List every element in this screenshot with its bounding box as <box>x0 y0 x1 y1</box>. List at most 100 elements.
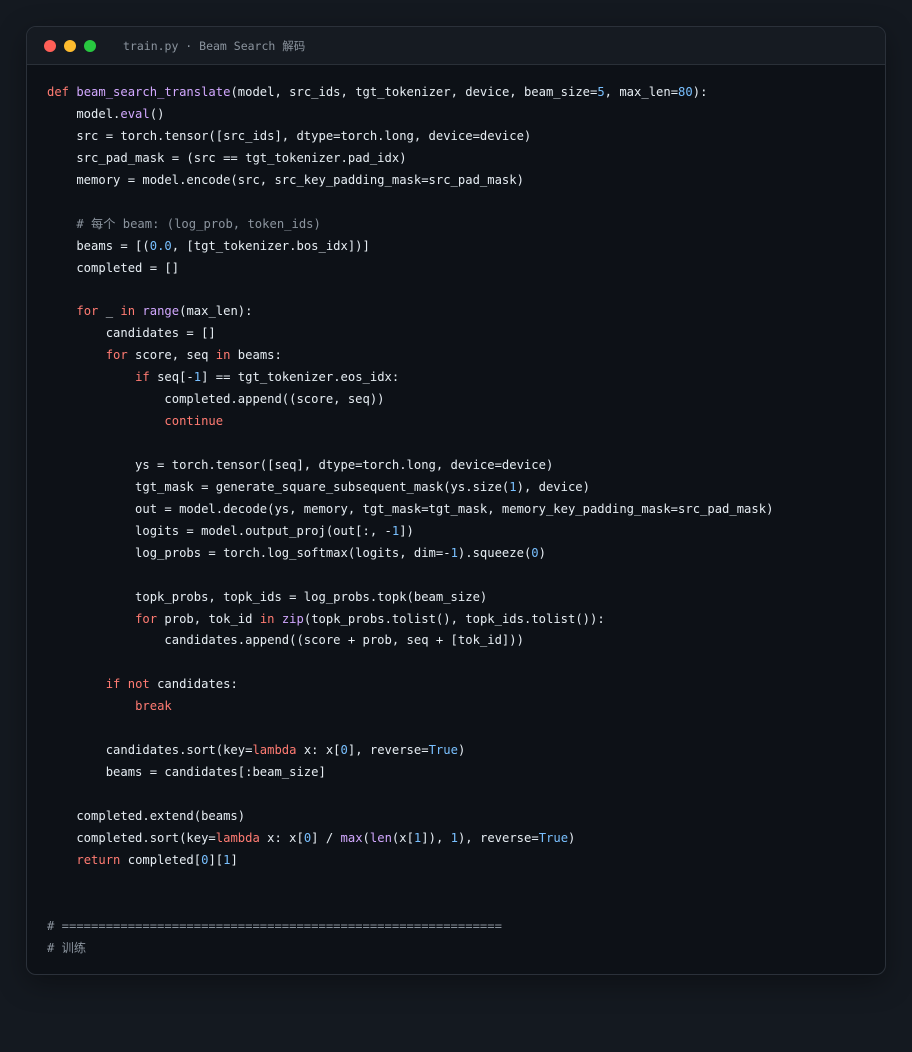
code-token: not <box>127 677 150 692</box>
code-token: (model, src_ids, tgt_tokenizer, device, … <box>230 85 598 99</box>
code-token: prob, tok_id <box>157 611 260 626</box>
code-line: candidates.sort(key=lambda x: x[0], reve… <box>47 740 773 762</box>
code-window: train.py · Beam Search 解码 def beam_searc… <box>26 26 886 975</box>
code-token: if <box>105 677 121 692</box>
code-token: break <box>135 699 172 714</box>
window-titlebar: train.py · Beam Search 解码 <box>27 27 885 65</box>
code-token: True <box>538 830 569 845</box>
close-button[interactable] <box>44 39 56 52</box>
code-token: completed = [] <box>47 260 180 275</box>
code-token: completed.sort(key= <box>47 830 216 845</box>
code-token: 80 <box>678 85 693 99</box>
code-token: if <box>135 370 150 385</box>
code-token: model. <box>47 106 121 121</box>
code-token: len <box>369 830 392 845</box>
code-line: model.eval() <box>47 104 773 126</box>
code-line: src_pad_mask = (src == tgt_tokenizer.pad… <box>47 148 773 170</box>
code-token: candidates = [] <box>47 326 216 341</box>
code-token: completed.extend(beams) <box>47 808 246 823</box>
code-token: ).squeeze( <box>457 545 532 560</box>
code-line: src = torch.tensor([src_ids], dtype=torc… <box>47 126 773 148</box>
code-token: in <box>259 611 275 626</box>
window-title: train.py · Beam Search 解码 <box>123 38 306 53</box>
code-token: 0 <box>531 545 539 560</box>
code-token: topk_probs, topk_ids = log_probs.topk(be… <box>47 589 488 604</box>
zoom-button[interactable] <box>84 39 96 52</box>
code-token: beams = [( <box>47 238 150 253</box>
code-token: True <box>428 743 458 758</box>
code-token: in <box>215 348 231 363</box>
code-token: ) <box>568 830 576 845</box>
code-token: _ <box>98 304 121 319</box>
code-line: for _ in range(max_len): <box>47 301 773 323</box>
code-token: 1 <box>509 479 517 494</box>
code-line: break <box>47 696 773 718</box>
code-token: for <box>135 611 158 626</box>
code-token: beams: <box>230 348 282 363</box>
code-token: ], reverse= <box>347 743 429 758</box>
code-editor[interactable]: def beam_search_translate(model, src_ids… <box>47 82 773 960</box>
code-token: seq[- <box>149 370 194 385</box>
code-token: ) <box>538 545 546 560</box>
code-token: ]) <box>399 523 414 538</box>
code-token: in <box>120 304 136 319</box>
minimize-button[interactable] <box>64 39 76 52</box>
code-token: src = torch.tensor([src_ids], dtype=torc… <box>47 128 532 143</box>
code-token: zip <box>281 611 304 626</box>
code-token: 5 <box>597 85 605 99</box>
code-token: ( <box>362 830 370 845</box>
code-token: ): <box>692 85 708 99</box>
code-token: () <box>149 106 165 121</box>
code-token: 1 <box>450 545 458 560</box>
code-token: ]), <box>421 830 451 845</box>
code-comment: # 每个 beam: (log_prob, token_ids) <box>47 216 321 231</box>
code-token: (x[ <box>391 830 414 845</box>
code-token: ] / <box>311 830 341 845</box>
code-line: logits = model.output_proj(out[:, -1]) <box>47 521 773 543</box>
code-token: max <box>340 830 363 845</box>
code-line: # 训练 <box>47 938 773 960</box>
code-line: # ======================================… <box>47 916 773 938</box>
code-line: if seq[-1] == tgt_tokenizer.eos_idx: <box>47 367 773 389</box>
code-token: ) <box>457 743 466 758</box>
code-token: completed[ <box>120 852 202 867</box>
code-token: (max_len): <box>179 304 253 319</box>
code-token: completed.append((score, seq)) <box>47 392 385 407</box>
code-line: completed = [] <box>47 258 773 280</box>
code-line: candidates.append((score + prob, seq + [… <box>47 630 773 652</box>
code-token: src_pad_mask = (src == tgt_tokenizer.pad… <box>47 150 407 165</box>
code-line: memory = model.encode(src, src_key_paddi… <box>47 170 773 192</box>
code-line: ys = torch.tensor([seq], dtype=torch.lon… <box>47 455 773 477</box>
code-token: logits = model.output_proj(out[:, - <box>47 523 392 538</box>
code-token: ][ <box>208 852 224 867</box>
code-line: topk_probs, topk_ids = log_probs.topk(be… <box>47 587 773 609</box>
code-line: completed.sort(key=lambda x: x[0] / max(… <box>47 828 773 850</box>
code-token: tgt_mask = generate_square_subsequent_ma… <box>47 479 510 494</box>
code-token: candidates: <box>149 677 238 692</box>
code-line: tgt_mask = generate_square_subsequent_ma… <box>47 477 773 499</box>
code-token: 0 <box>340 743 348 758</box>
code-line: continue <box>47 411 773 433</box>
code-token: (topk_probs.tolist(), topk_ids.tolist())… <box>303 611 605 626</box>
code-token: memory = model.encode(src, src_key_paddi… <box>47 172 524 187</box>
code-token: , [tgt_tokenizer.bos_idx])] <box>171 238 370 253</box>
code-token: lambda <box>252 743 297 758</box>
code-line: beams = [(0.0, [tgt_tokenizer.bos_idx])] <box>47 236 773 258</box>
code-token: 0.0 <box>149 238 172 253</box>
code-line: candidates = [] <box>47 323 773 345</box>
code-line: for score, seq in beams: <box>47 345 773 367</box>
code-token: lambda <box>215 830 260 845</box>
code-token: for <box>76 304 99 319</box>
code-token: x: x[ <box>296 743 341 758</box>
